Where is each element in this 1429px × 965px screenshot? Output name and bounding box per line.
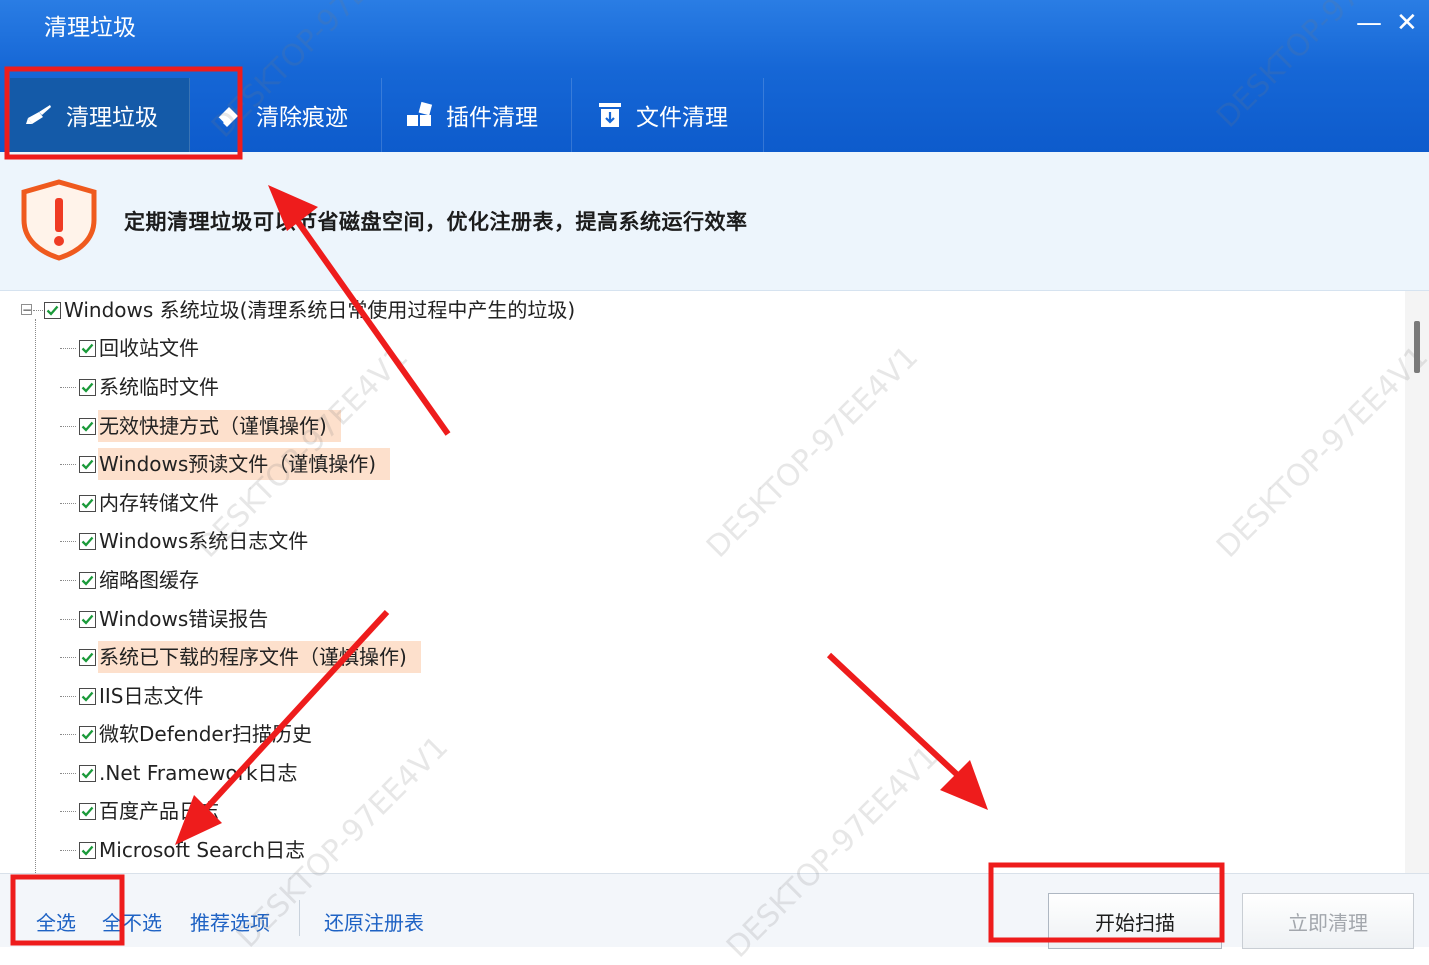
item-checkbox[interactable] — [79, 841, 96, 859]
item-label: .Net Framework日志 — [99, 761, 298, 785]
tree-item[interactable]: 系统临时文件 — [60, 371, 233, 403]
item-checkbox[interactable] — [79, 610, 96, 628]
tree-item[interactable]: IIS日志文件 — [60, 680, 218, 712]
tree-item[interactable]: Microsoft Search日志 — [60, 834, 319, 866]
tree-item[interactable]: 回收站文件 — [60, 332, 213, 364]
tree-item[interactable]: 系统已下载的程序文件（谨慎操作) — [60, 641, 421, 673]
item-label: 回收站文件 — [99, 336, 199, 360]
tree-item[interactable]: Windows系统日志文件 — [60, 525, 322, 557]
tab-clean-junk[interactable]: 清理垃圾 — [10, 78, 190, 152]
title-bar: 清理垃圾 — ✕ 清理垃圾 清除痕迹 插件清理 文件清理 — [0, 0, 1429, 152]
tab-label: 清理垃圾 — [66, 105, 158, 131]
root-checkbox[interactable] — [44, 301, 61, 319]
item-label: Windows系统日志文件 — [99, 529, 309, 553]
item-label: Microsoft Search日志 — [99, 838, 306, 862]
item-label: 系统临时文件 — [99, 375, 219, 399]
item-checkbox[interactable] — [79, 417, 96, 435]
item-checkbox[interactable] — [79, 648, 96, 666]
close-button[interactable]: ✕ — [1396, 8, 1418, 38]
tab-label: 插件清理 — [446, 105, 538, 131]
item-checkbox[interactable] — [79, 802, 96, 820]
start-scan-button[interactable]: 开始扫描 — [1048, 893, 1222, 949]
tab-clear-traces[interactable]: 清除痕迹 — [190, 78, 382, 152]
item-label-warning: 系统已下载的程序文件（谨慎操作) — [98, 641, 421, 673]
junk-category-tree: − Windows 系统垃圾(清理系统日常使用过程中产生的垃圾) 回收站文件 系… — [0, 291, 1405, 873]
tab-label: 文件清理 — [636, 105, 728, 131]
item-checkbox[interactable] — [79, 725, 96, 743]
eraser-icon — [217, 107, 238, 127]
item-label: IIS日志文件 — [99, 684, 204, 708]
banner-text: 定期清理垃圾可以节省磁盘空间，优化注册表，提高系统运行效率 — [124, 210, 748, 234]
item-label: 内存转储文件 — [99, 491, 219, 515]
item-label: Windows错误报告 — [99, 607, 269, 631]
tree-item[interactable]: 缩略图缓存 — [60, 564, 213, 596]
item-checkbox[interactable] — [79, 339, 96, 357]
item-label: 百度产品日志 — [99, 799, 219, 823]
file-trash-icon — [599, 103, 621, 127]
tab-plugin-cleanup[interactable]: 插件清理 — [382, 78, 572, 152]
item-label-warning: Windows预读文件（谨慎操作) — [98, 448, 391, 480]
clean-now-button[interactable]: 立即清理 — [1242, 893, 1414, 949]
footer-divider — [299, 900, 300, 936]
tree-guide-line — [35, 319, 36, 873]
tab-label: 清除痕迹 — [256, 105, 348, 131]
tree-item[interactable]: 微软Defender扫描历史 — [60, 718, 326, 750]
item-checkbox[interactable] — [79, 764, 96, 782]
broom-icon — [26, 105, 51, 124]
tree-root-windows-junk[interactable]: Windows 系统垃圾(清理系统日常使用过程中产生的垃圾) — [44, 294, 589, 326]
window-title: 清理垃圾 — [44, 15, 136, 41]
restore-registry-link[interactable]: 还原注册表 — [324, 907, 424, 936]
item-checkbox[interactable] — [79, 687, 96, 705]
info-banner: 定期清理垃圾可以节省磁盘空间，优化注册表，提高系统运行效率 — [0, 152, 1429, 291]
item-checkbox[interactable] — [79, 378, 96, 396]
item-label: 微软Defender扫描历史 — [99, 722, 312, 746]
vertical-scrollbar[interactable] — [1405, 291, 1429, 873]
select-all-link[interactable]: 全选 — [36, 907, 76, 936]
item-label: 缩略图缓存 — [99, 568, 199, 592]
item-checkbox[interactable] — [79, 494, 96, 512]
tree-item[interactable]: .Net Framework日志 — [60, 757, 312, 789]
select-none-link[interactable]: 全不选 — [102, 907, 162, 936]
tree-item[interactable]: 百度产品日志 — [60, 795, 233, 827]
footer-bar: 全选 全不选 推荐选项 还原注册表 开始扫描 立即清理 — [0, 873, 1429, 949]
item-checkbox[interactable] — [79, 571, 96, 589]
tree-item[interactable]: 内存转储文件 — [60, 487, 233, 519]
root-label: Windows 系统垃圾(清理系统日常使用过程中产生的垃圾) — [64, 298, 576, 322]
plugin-icon — [407, 101, 433, 126]
tree-item[interactable]: Windows预读文件（谨慎操作) — [60, 448, 391, 480]
tab-file-cleanup[interactable]: 文件清理 — [572, 78, 764, 152]
tree-item[interactable]: Windows错误报告 — [60, 603, 282, 635]
warning-shield-icon — [21, 179, 97, 261]
collapse-toggle[interactable]: − — [21, 304, 32, 316]
item-checkbox[interactable] — [79, 532, 96, 550]
item-label-warning: 无效快捷方式（谨慎操作) — [98, 410, 341, 442]
item-checkbox[interactable] — [79, 455, 96, 473]
tree-item[interactable]: 无效快捷方式（谨慎操作) — [60, 410, 341, 442]
scrollbar-thumb[interactable] — [1414, 321, 1420, 373]
recommended-options-link[interactable]: 推荐选项 — [190, 907, 270, 936]
minimize-button[interactable]: — — [1356, 8, 1382, 38]
